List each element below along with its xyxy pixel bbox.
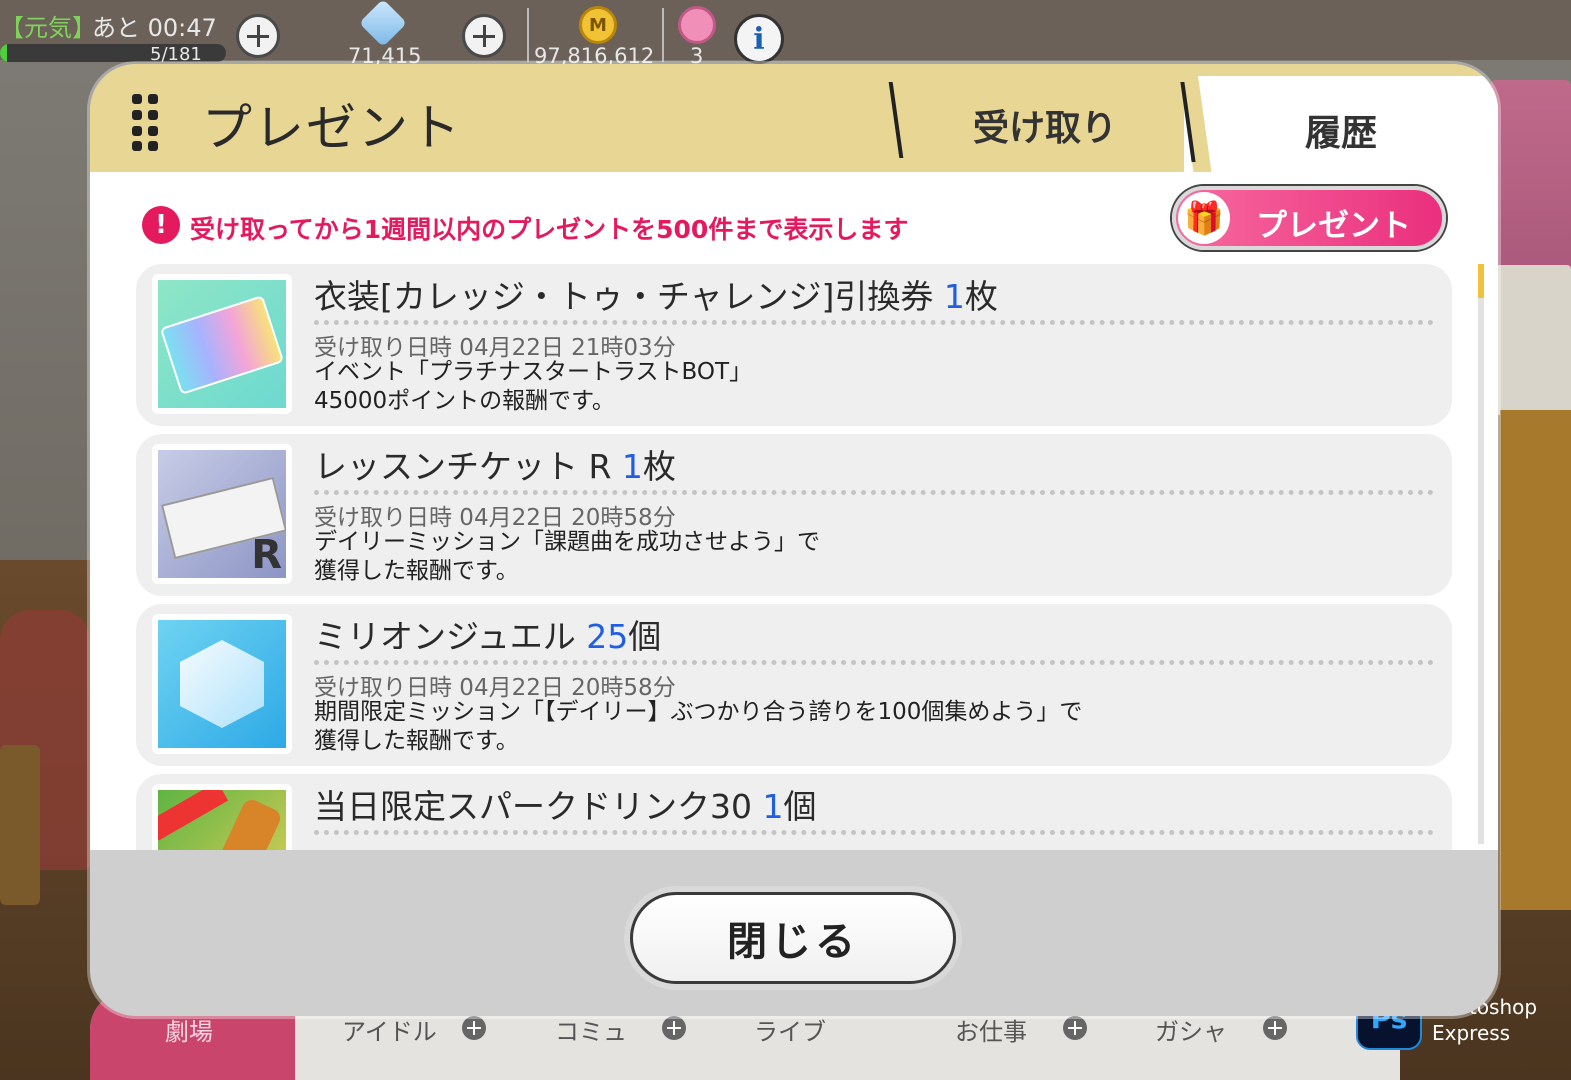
nav-item-work[interactable]: お仕事 — [955, 1012, 1027, 1047]
item-unit: 枚 — [964, 277, 998, 316]
plus-icon — [1263, 1016, 1287, 1040]
item-qty: 1 — [762, 787, 784, 826]
dialog-body: ! 受け取ってから1週間以内のプレゼントを500件まで表示します 🎁 プレゼント… — [90, 172, 1498, 850]
list-item: 当日限定スパークドリンク30 1個 — [136, 774, 1452, 850]
stamina-label: 【元気】 — [0, 14, 96, 42]
dotted-divider — [314, 490, 1434, 495]
item-date: 受け取り日時 04月22日 20時58分 — [314, 675, 676, 701]
item-name: 衣装[カレッジ・トゥ・チャレンジ]引換券 — [314, 277, 934, 316]
dotted-divider — [314, 320, 1434, 325]
nav-item-gacha[interactable]: ガシャ — [1155, 1012, 1227, 1047]
stamina-timer: あと 00:47 — [92, 14, 217, 42]
money-icon: M — [579, 6, 617, 44]
close-button[interactable]: 閉じる — [630, 892, 956, 984]
add-jewel-button[interactable] — [462, 14, 506, 58]
dotted-divider — [314, 660, 1434, 665]
dialog-header: プレゼント 受け取り 履歴 — [90, 64, 1498, 184]
status-bar: 【元気】 あと 00:47 5/181 71,415 M 97,816,612 … — [0, 0, 1571, 70]
present-button-label: プレゼント — [1256, 208, 1411, 244]
spark-drink-icon — [152, 784, 292, 850]
background-bin — [0, 745, 40, 905]
divider — [662, 8, 664, 62]
item-name: 当日限定スパークドリンク30 — [314, 787, 752, 826]
plus-icon — [662, 1016, 686, 1040]
present-button[interactable]: 🎁 プレゼント — [1172, 186, 1446, 250]
item-unit: 個 — [783, 787, 817, 826]
item-title: ミリオンジュエル 25個 — [314, 610, 661, 658]
list-item: ミリオンジュエル 25個 受け取り日時 04月22日 20時58分 期間限定ミッ… — [136, 604, 1452, 766]
scrollbar-thumb[interactable] — [1478, 264, 1484, 298]
dialog-title: プレゼント — [202, 99, 462, 157]
item-qty: 1 — [621, 447, 643, 486]
plus-icon — [462, 1016, 486, 1040]
tab-history[interactable]: 履歴 — [1184, 76, 1498, 184]
item-description: イベント「プラチナスタートラストBOT」 45000ポイントの報酬です。 — [314, 359, 753, 414]
warning-icon: ! — [142, 206, 180, 244]
grip-icon — [132, 94, 158, 152]
item-qty: 1 — [943, 277, 965, 316]
scrollbar[interactable] — [1478, 264, 1484, 844]
nav-item-theater[interactable]: 劇場 — [165, 1012, 213, 1047]
ticket-icon — [678, 6, 716, 44]
notice-text: 受け取ってから1週間以内のプレゼントを500件まで表示します — [190, 215, 909, 244]
jewel-icon — [358, 0, 408, 48]
background-banner-2 — [1495, 265, 1571, 415]
item-title: 衣装[カレッジ・トゥ・チャレンジ]引換券 1枚 — [314, 270, 998, 318]
dotted-divider — [314, 830, 1434, 835]
item-qty: 25 — [586, 617, 629, 656]
stamina-bar-fill — [0, 44, 7, 62]
list-item: 衣装[カレッジ・トゥ・チャレンジ]引換券 1枚 受け取り日時 04月22日 21… — [136, 264, 1452, 426]
gift-icon: 🎁 — [1178, 192, 1230, 244]
stamina-count: 5/181 — [150, 44, 202, 65]
add-stamina-button[interactable] — [236, 14, 280, 58]
costume-voucher-icon — [152, 274, 292, 414]
item-title: 当日限定スパークドリンク30 1個 — [314, 780, 817, 828]
item-date: 受け取り日時 04月22日 20時58分 — [314, 505, 676, 531]
item-title: レッスンチケット R 1枚 — [314, 440, 676, 488]
lesson-ticket-icon: R — [152, 444, 292, 584]
item-unit: 個 — [628, 617, 662, 656]
nav-item-commu[interactable]: コミュ — [555, 1012, 627, 1047]
item-description: 期間限定ミッション「【デイリー】ぶつかり合う誇りを100個集めよう」で 獲得した… — [314, 699, 1083, 754]
present-dialog: プレゼント 受け取り 履歴 ! 受け取ってから1週間以内のプレゼントを500件ま… — [90, 64, 1498, 1016]
plus-icon — [1063, 1016, 1087, 1040]
item-date: 受け取り日時 04月22日 21時03分 — [314, 335, 676, 361]
info-button[interactable]: i — [734, 14, 784, 64]
item-name: レッスンチケット R — [314, 447, 612, 486]
nav-item-idol[interactable]: アイドル — [342, 1012, 437, 1047]
million-jewel-icon — [152, 614, 292, 754]
divider — [527, 8, 529, 62]
present-history-list[interactable]: 衣装[カレッジ・トゥ・チャレンジ]引換券 1枚 受け取り日時 04月22日 21… — [136, 264, 1452, 850]
watermark-line-2: Express — [1432, 1021, 1511, 1045]
background-shelf — [1500, 410, 1571, 910]
item-unit: 枚 — [642, 447, 676, 486]
tab-receive[interactable]: 受け取り — [890, 78, 1200, 172]
nav-item-live[interactable]: ライブ — [754, 1012, 826, 1047]
item-description: デイリーミッション「課題曲を成功させよう」で 獲得した報酬です。 — [314, 529, 820, 584]
item-name: ミリオンジュエル — [314, 617, 576, 656]
list-item: R レッスンチケット R 1枚 受け取り日時 04月22日 20時58分 デイリ… — [136, 434, 1452, 596]
